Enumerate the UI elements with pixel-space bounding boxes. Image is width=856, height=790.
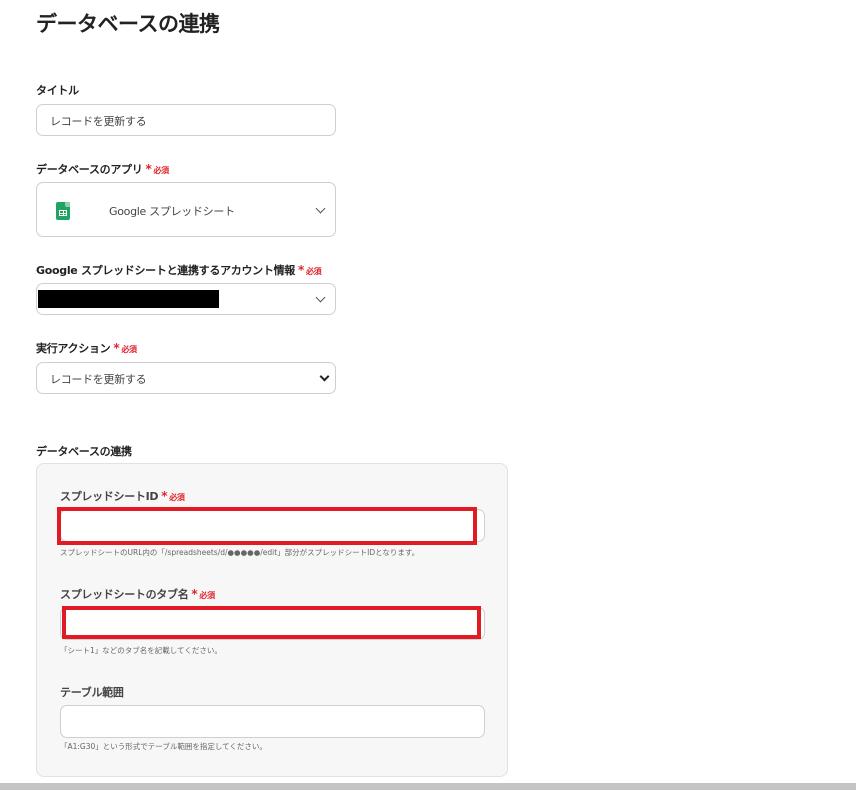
table-range-label: テーブル範囲 [60,686,124,699]
spreadsheet-id-help: スプレッドシートのURL内の「/spreadsheets/d/●●●●●/edi… [60,548,420,557]
chevron-down-icon [315,292,326,303]
table-range-input[interactable] [60,705,485,738]
spreadsheet-id-highlight [57,507,477,545]
google-sheets-icon [56,202,70,220]
chevron-down-icon [319,371,330,382]
page-title: データベースの連携 [36,12,220,36]
db-section-panel: スプレッドシートID * 必須 スプレッドシートのURL内の「/spreadshee… [36,463,508,777]
required-text: 必須 [199,591,215,600]
account-label: Google スプレッドシートと連携するアカウント情報 * 必須 [36,263,322,277]
title-label: タイトル [36,84,79,97]
required-text: 必須 [305,267,322,276]
required-text: 必須 [121,345,137,354]
horizontal-scrollbar[interactable] [0,783,856,790]
redacted-account [38,290,219,308]
title-input[interactable]: レコードを更新する [36,104,336,136]
action-select[interactable]: レコードを更新する [36,362,336,394]
db-section-heading: データベースの連携 [36,445,132,458]
table-range-help: 「A1:G30」という形式でテーブル範囲を指定してください。 [60,742,267,751]
app-select[interactable]: Google スプレッドシート [36,182,336,237]
app-label: データベースのアプリ * 必須 [36,162,169,176]
tab-name-label: スプレッドシートのタブ名 * 必須 [60,587,215,601]
app-select-value: Google スプレッドシート [109,205,235,218]
required-star: * [145,162,152,176]
chevron-down-icon [315,203,326,214]
action-select-value: レコードを更新する [50,373,147,386]
tab-name-help: 「シート1」などのタブ名を記載してください。 [60,646,222,655]
required-star: * [191,587,198,601]
required-text: 必須 [153,166,169,175]
required-star: * [297,263,304,277]
title-input-value: レコードを更新する [50,115,147,128]
tab-name-highlight [62,606,481,639]
required-star: * [161,489,168,503]
action-label: 実行アクション * 必須 [36,341,137,355]
required-text: 必須 [169,493,185,502]
spreadsheet-id-label: スプレッドシートID * 必須 [60,489,185,503]
required-star: * [113,341,120,355]
